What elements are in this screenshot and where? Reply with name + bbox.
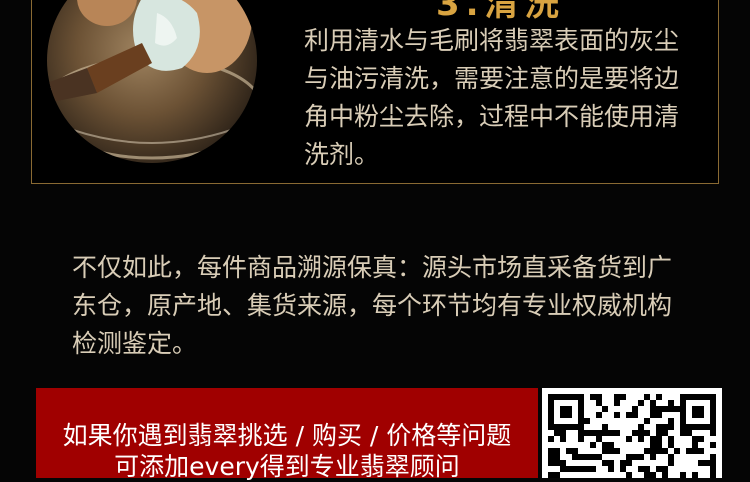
banner-line-2: 可添加every得到专业翡翠顾问 — [114, 452, 460, 481]
qr-code[interactable] — [542, 388, 722, 478]
step-description: 利用清水与毛刷将翡翠表面的灰尘与油污清洗，需要注意的是要将边角中粉尘去除，过程中… — [304, 26, 680, 169]
authenticity-paragraph: 不仅如此，每件商品溯源保真：源头市场直采备货到广东仓，原产地、集货来源，每个环节… — [72, 253, 673, 358]
jade-cleaning-photo — [47, 0, 257, 163]
consultant-banner[interactable]: 如果你遇到翡翠挑选 / 购买 / 价格等问题 可添加every得到专业翡翠顾问 — [36, 388, 538, 481]
cleaning-step-card: 3.清洗 利用清水与毛刷将翡翠表面的灰尘与油污清洗，需要注意的是要将边角中粉尘去… — [31, 0, 719, 184]
banner-line-1: 如果你遇到翡翠挑选 / 购买 / 价格等问题 — [62, 421, 512, 450]
